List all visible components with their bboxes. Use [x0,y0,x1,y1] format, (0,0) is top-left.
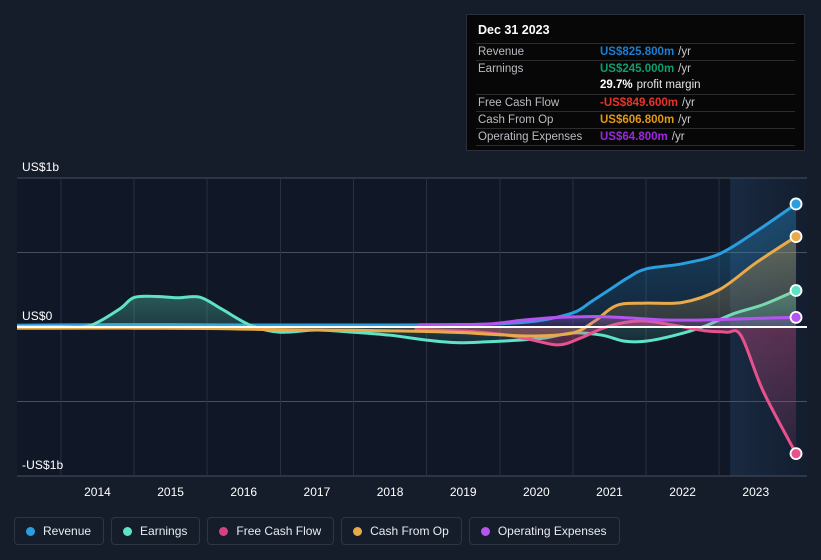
legend-color-swatch-icon [481,527,490,536]
tooltip-metric-sublabel: profit margin [637,79,701,91]
legend-color-swatch-icon [123,527,132,536]
tooltip-metric-label: Earnings [478,63,600,75]
legend-item-revenue[interactable]: Revenue [14,517,104,545]
legend-item-free-cash-flow[interactable]: Free Cash Flow [207,517,334,545]
x-axis-tick-label: 2018 [377,485,404,499]
legend-item-cash-from-op[interactable]: Cash From Op [341,517,462,545]
tooltip-bottom-divider [476,145,795,146]
tooltip-metric-unit: /yr [678,114,691,126]
legend-item-label: Earnings [140,524,187,538]
legend-item-earnings[interactable]: Earnings [111,517,200,545]
tooltip-metric-unit: /yr [678,46,691,58]
x-axis-tick-label: 2020 [523,485,550,499]
legend-item-label: Free Cash Flow [236,524,321,538]
tooltip-row: Cash From OpUS$606.800m/yr [476,111,795,128]
tooltip-metric-value: US$245.000m [600,63,674,75]
tooltip-row: Operating ExpensesUS$64.800m/yr [476,128,795,145]
tooltip-row: RevenueUS$825.800m/yr [476,43,795,60]
y-axis-tick-label: US$1b [22,160,59,174]
tooltip-metric-value: -US$849.600m [600,97,678,109]
tooltip-metric-label: Operating Expenses [478,131,600,143]
tooltip-metric-value: US$64.800m [600,131,668,143]
tooltip-metric-value: US$606.800m [600,114,674,126]
tooltip-metric-unit: /yr [682,97,695,109]
tooltip-metric-value: US$825.800m [600,46,674,58]
tooltip-row: 29.7% profit margin [476,77,795,94]
x-axis-tick-label: 2022 [669,485,696,499]
x-axis-tick-label: 2023 [742,485,769,499]
tooltip-metric-unit: /yr [678,63,691,75]
legend-color-swatch-icon [26,527,35,536]
y-axis-tick-label: US$0 [22,309,52,323]
legend-color-swatch-icon [219,527,228,536]
y-axis-tick-label: -US$1b [22,458,63,472]
legend-item-label: Revenue [43,524,91,538]
legend-item-operating-expenses[interactable]: Operating Expenses [469,517,620,545]
tooltip-row: EarningsUS$245.000m/yr [476,60,795,77]
tooltip-date: Dec 31 2023 [476,22,795,43]
x-axis-tick-label: 2016 [230,485,257,499]
x-axis-tick-label: 2017 [304,485,331,499]
chart-legend: Revenue Earnings Free Cash Flow Cash From O… [14,517,620,545]
legend-color-swatch-icon [353,527,362,536]
tooltip-metric-value: 29.7% [600,79,633,91]
x-axis-tick-label: 2021 [596,485,623,499]
x-axis-tick-label: 2014 [84,485,111,499]
tooltip-row: Free Cash Flow-US$849.600m/yr [476,94,795,111]
tooltip-rows: RevenueUS$825.800m/yrEarningsUS$245.000m… [476,43,795,146]
tooltip-metric-label: Revenue [478,46,600,58]
tooltip-metric-label: Cash From Op [478,114,600,126]
legend-item-label: Operating Expenses [498,524,607,538]
tooltip-metric-unit: /yr [672,131,685,143]
financial-chart-widget: US$1b US$0 -US$1b 2014 2015 2016 2017 2018 2019 2… [0,0,821,560]
x-axis-tick-label: 2019 [450,485,477,499]
x-axis-tick-label: 2015 [157,485,184,499]
tooltip-metric-label: Free Cash Flow [478,97,600,109]
legend-item-label: Cash From Op [370,524,449,538]
data-tooltip: Dec 31 2023 RevenueUS$825.800m/yrEarning… [466,14,805,151]
